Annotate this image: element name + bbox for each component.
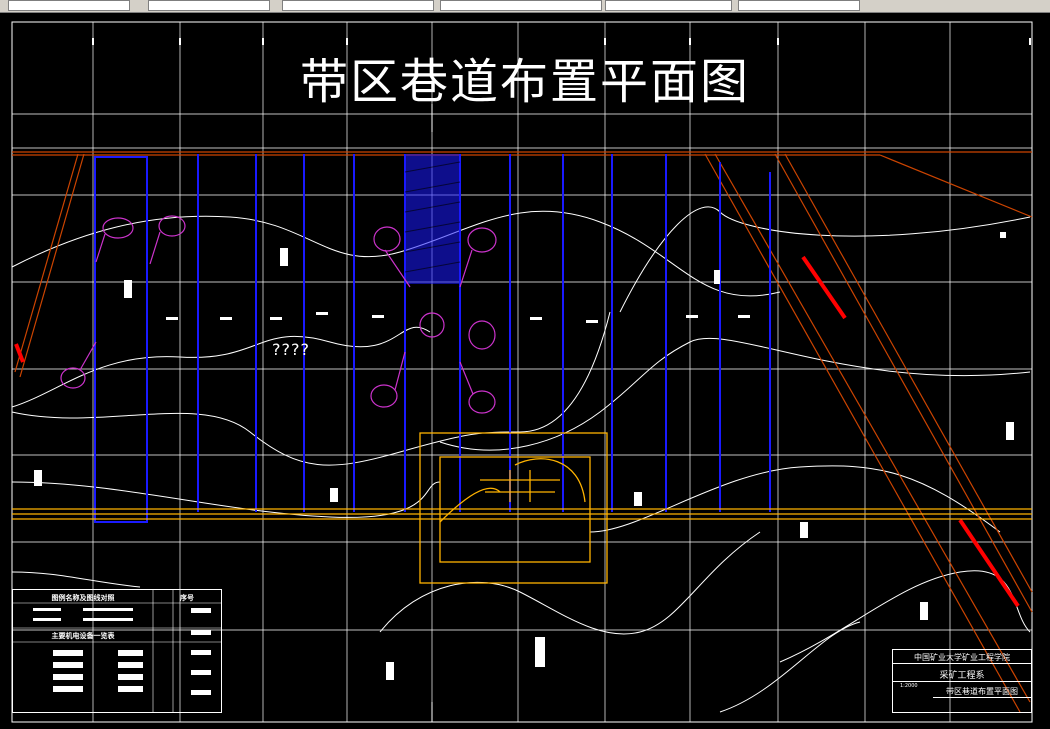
unknown-label: ???? bbox=[272, 340, 310, 359]
property-dropdown[interactable] bbox=[148, 0, 270, 11]
hatched-zone bbox=[405, 154, 460, 284]
department-name: 采矿工程系 bbox=[893, 668, 1031, 682]
plotstyle-dropdown[interactable] bbox=[605, 0, 732, 11]
color-dropdown[interactable] bbox=[738, 0, 860, 11]
belt-roadway bbox=[12, 432, 1032, 584]
layer-dropdown[interactable] bbox=[8, 0, 130, 11]
legend-grid bbox=[13, 590, 221, 712]
title-block: 中国矿业大学矿业工程学院 采矿工程系 带区巷道布置平面图 bbox=[892, 649, 1032, 713]
dash-markers bbox=[166, 312, 750, 323]
drawing-name: 带区巷道布置平面图 bbox=[933, 686, 1031, 698]
linetype-dropdown[interactable] bbox=[282, 0, 434, 11]
legend-table: 图例名称及图线对照 序号 主要机电设备一览表 bbox=[12, 589, 222, 713]
highlight-segments bbox=[14, 255, 1020, 608]
scale-label: 1:2000 bbox=[900, 683, 918, 689]
grid-ticks bbox=[92, 38, 1031, 45]
institution-name: 中国矿业大学矿业工程学院 bbox=[893, 652, 1031, 664]
lineweight-dropdown[interactable] bbox=[440, 0, 602, 11]
